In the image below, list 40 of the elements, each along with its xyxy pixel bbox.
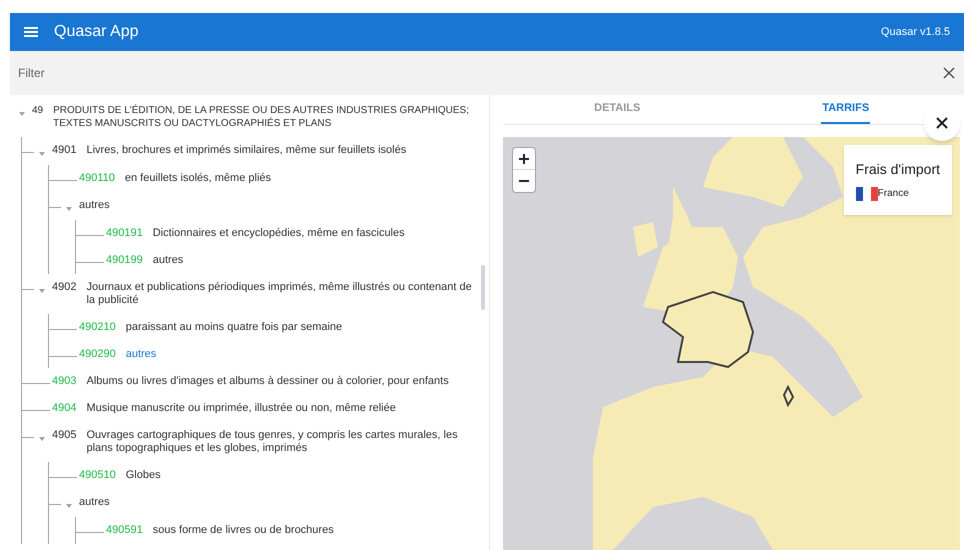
tree-item-label[interactable]: autres	[79, 199, 110, 212]
plus-icon	[519, 154, 529, 164]
tree-item-code[interactable]: 49	[32, 104, 44, 117]
tree-item-label[interactable]: sous forme de livres ou de brochures	[152, 524, 334, 537]
filter-input[interactable]: Filter	[18, 64, 943, 82]
tab[interactable]: TARRIFS	[821, 95, 870, 124]
caret-icon[interactable]	[18, 110, 26, 118]
filter-bar[interactable]: Filter	[10, 51, 964, 95]
tree-item-label[interactable]: autres	[126, 348, 156, 361]
tree-item-label[interactable]: Musique manuscrite ou imprimée, illustrée ou non, même reliée	[86, 402, 396, 415]
tree-item-code[interactable]: 4905	[52, 429, 76, 442]
scrollbar-thumb[interactable]	[481, 265, 485, 310]
close-icon[interactable]	[943, 67, 955, 79]
tree-item-label[interactable]: en feuillets isolés, même pliés	[124, 172, 272, 185]
caret-icon[interactable]	[65, 205, 73, 213]
caret-icon[interactable]	[38, 150, 46, 158]
caret-icon[interactable]	[38, 287, 46, 295]
tree-item-label[interactable]: Globes	[126, 469, 161, 482]
flag-icon	[856, 186, 878, 200]
tree-item-label[interactable]: Albums ou livres d'images et albums à dessiner ou à colorier, pour enfants	[86, 375, 449, 388]
tree-item-label[interactable]: PRODUITS DE L'ÉDITION, DE LA PRESSE OU DES AUTRES INDUSTRIES GRAPHIQUES; TEXTES MANUSCRITS OU DACTYLOGRAPHIÉS ET PLANS	[53, 104, 473, 130]
tree-item-code[interactable]: 4901	[52, 144, 76, 157]
minus-icon	[519, 180, 529, 182]
caret-icon[interactable]	[65, 502, 73, 510]
tree-item-label[interactable]: Dictionnaires et encyclopédies, même en fascicules	[152, 227, 405, 240]
menu-icon[interactable]	[24, 26, 38, 38]
tree-item-label[interactable]: autres	[152, 254, 184, 267]
close-button[interactable]	[924, 105, 960, 141]
close-icon	[936, 117, 948, 129]
version-label: Quasar v1.8.5	[880, 24, 950, 40]
tree-item-code[interactable]: 4902	[52, 281, 76, 294]
tree-item-label[interactable]: Journaux et publications périodiques imprimés, même illustrés ou contenant de la publicité	[86, 281, 473, 307]
legend-title: Frais d'import	[856, 160, 940, 179]
tree-item-label[interactable]: Livres, brochures et imprimés similaires, même sur feuillets isolés	[86, 144, 406, 157]
tree-item-label[interactable]: paraissant au moins quatre fois par semaine	[126, 321, 342, 334]
country-label: France	[878, 187, 909, 201]
caret-icon[interactable]	[38, 435, 46, 443]
tree-item-label[interactable]: Ouvrages cartographiques de tous genres, y compris les cartes murales, les plans topographiques et les globes, imprimés	[86, 429, 473, 455]
app-title: Quasar App	[54, 22, 138, 42]
tree-item-label[interactable]: autres	[79, 496, 110, 509]
